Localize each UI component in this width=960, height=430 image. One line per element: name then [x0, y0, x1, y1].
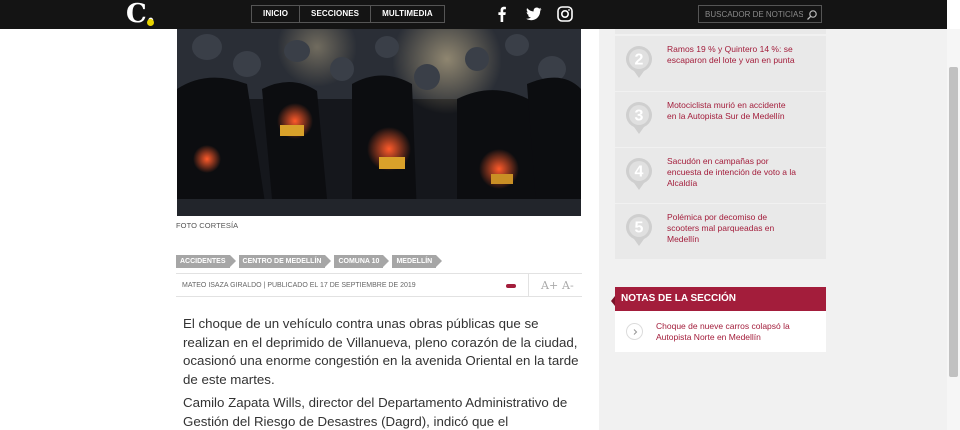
number-pin-icon: 4: [625, 157, 653, 191]
header-notch: [611, 296, 615, 306]
chevron-right-icon[interactable]: [626, 323, 643, 340]
most-read-number: 3: [635, 108, 644, 125]
search-input[interactable]: [699, 6, 803, 22]
number-pin-icon: 2: [625, 45, 653, 79]
article-meta: MATEO ISAZA GIRALDO | PUBLICADO EL 17 DE…: [176, 273, 582, 297]
byline: MATEO ISAZA GIRALDO | PUBLICADO EL 17 DE…: [182, 282, 416, 289]
main-nav: INICIO SECCIONES MULTIMEDIA: [251, 5, 445, 23]
tag-comuna-10[interactable]: COMUNA 10: [334, 255, 390, 268]
most-read-title[interactable]: Polémica por decomiso de scooters mal pa…: [667, 212, 797, 245]
section-notes-header: NOTAS DE LA SECCIÓN: [615, 287, 826, 311]
logo-dot: [147, 19, 154, 26]
page-scrollbar[interactable]: [947, 29, 960, 430]
nav-multimedia[interactable]: MULTIMEDIA: [371, 6, 444, 22]
number-pin-icon: 5: [625, 213, 653, 247]
number-pin-icon: 3: [625, 101, 653, 135]
tag-centro-de-medellin[interactable]: CENTRO DE MEDELLÍN: [238, 255, 332, 268]
most-read-item[interactable]: 4 Sacudón en campañas por encuesta de in…: [615, 148, 826, 203]
most-read-title[interactable]: Motociclista murió en accidente en la Au…: [667, 100, 797, 122]
photo-caption: FOTO CORTESÍA: [176, 221, 239, 230]
scrollbar-thumb[interactable]: [949, 67, 958, 377]
facebook-icon[interactable]: [492, 4, 512, 24]
instagram-icon[interactable]: [555, 4, 575, 24]
top-right-gap: [947, 0, 960, 29]
most-read-number: 2: [635, 52, 644, 69]
nav-secciones[interactable]: SECCIONES: [300, 6, 372, 22]
search-icon[interactable]: [806, 8, 818, 20]
section-note-title[interactable]: Choque de nueve carros colapsó la Autopi…: [656, 321, 816, 343]
font-smaller-button[interactable]: A-: [562, 279, 574, 292]
share-indicator[interactable]: [506, 284, 516, 288]
nav-inicio[interactable]: INICIO: [252, 6, 301, 22]
meta-divider: [528, 274, 529, 297]
search-box: [698, 5, 822, 23]
font-larger-button[interactable]: A+: [541, 279, 558, 292]
twitter-icon[interactable]: [524, 4, 544, 24]
tag-list: ACCIDENTES CENTRO DE MEDELLÍN COMUNA 10 …: [176, 255, 445, 268]
tag-medellin[interactable]: MEDELLÍN: [392, 255, 442, 268]
article-paragraph: El choque de un vehículo contra unas obr…: [183, 316, 579, 387]
most-read-title[interactable]: Ramos 19 % y Quintero 14 %: se escaparon…: [667, 44, 797, 66]
most-read-title[interactable]: Sacudón en campañas por encuesta de inte…: [667, 156, 797, 189]
section-notes-heading: NOTAS DE LA SECCIÓN: [621, 293, 737, 304]
most-read-number: 4: [635, 164, 644, 181]
most-read-item[interactable]: 5 Polémica por decomiso de scooters mal …: [615, 204, 826, 259]
most-read-number: 5: [635, 220, 644, 237]
section-note-item[interactable]: Choque de nueve carros colapsó la Autopi…: [615, 311, 826, 352]
top-navigation-bar: C. INICIO SECCIONES MULTIMEDIA: [0, 0, 960, 29]
article-photo: [177, 29, 581, 216]
article-paragraph: Camilo Zapata Wills, director del Depart…: [183, 395, 568, 429]
site-logo[interactable]: C.: [126, 0, 160, 28]
news-item-partial: [615, 29, 826, 34]
most-read-item[interactable]: 3 Motociclista murió en accidente en la …: [615, 92, 826, 147]
tag-accidentes[interactable]: ACCIDENTES: [176, 255, 235, 268]
most-read-item[interactable]: 2 Ramos 19 % y Quintero 14 %: se escapar…: [615, 36, 826, 91]
